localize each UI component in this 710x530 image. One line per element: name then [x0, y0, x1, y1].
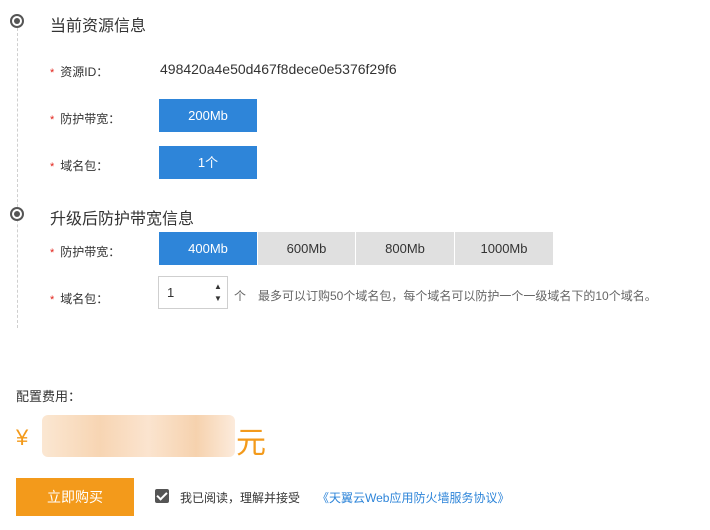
section-marker-icon [10, 207, 24, 221]
timeline-line [17, 28, 18, 328]
upgrade-domain-pack-label: * 域名包： [50, 292, 109, 306]
required-mark: * [50, 67, 55, 79]
domain-pack-unit: 个 [234, 289, 247, 303]
price-redacted [42, 415, 235, 457]
bandwidth-option-1000[interactable]: 1000Mb [455, 232, 553, 265]
currency-symbol: ¥ [16, 425, 29, 450]
fee-label: 配置费用： [16, 389, 82, 404]
current-resource-title: 当前资源信息 [50, 18, 147, 35]
required-mark: * [50, 294, 55, 306]
bandwidth-option-800[interactable]: 800Mb [356, 232, 454, 265]
bandwidth-option-400[interactable]: 400Mb [159, 232, 257, 265]
domain-pack-quantity-stepper[interactable]: 1 ▲ ▼ [158, 276, 228, 309]
domain-pack-hint: 最多可以订购50个域名包，每个域名可以防护一个一级域名下的10个域名。 [258, 289, 657, 303]
buy-now-button[interactable]: 立即购买 [16, 478, 134, 516]
agreement-link[interactable]: 《天翼云Web应用防火墙服务协议》 [317, 489, 509, 506]
decrement-icon[interactable]: ▼ [213, 295, 223, 303]
increment-icon[interactable]: ▲ [213, 283, 223, 291]
current-bandwidth-label: * 防护带宽： [50, 112, 121, 126]
current-domain-pack-value: 1个 [159, 146, 257, 179]
resource-id-label: * 资源ID： [50, 65, 109, 79]
agree-text: 我已阅读，理解并接受 [180, 491, 301, 505]
current-domain-pack-label: * 域名包： [50, 159, 109, 173]
agree-checkbox[interactable] [155, 489, 169, 503]
section-marker-icon [10, 14, 24, 28]
required-mark: * [50, 161, 55, 173]
upgrade-bandwidth-label: * 防护带宽： [50, 245, 121, 259]
required-mark: * [50, 114, 55, 126]
currency-unit: 元 [236, 427, 266, 460]
domain-pack-quantity-value[interactable]: 1 [167, 285, 174, 300]
upgrade-title: 升级后防护带宽信息 [50, 211, 195, 228]
current-bandwidth-value: 200Mb [159, 99, 257, 132]
bandwidth-option-600[interactable]: 600Mb [258, 232, 355, 265]
resource-id-value: 498420a4e50d467f8dece0e5376f29f6 [160, 61, 397, 77]
required-mark: * [50, 247, 55, 259]
